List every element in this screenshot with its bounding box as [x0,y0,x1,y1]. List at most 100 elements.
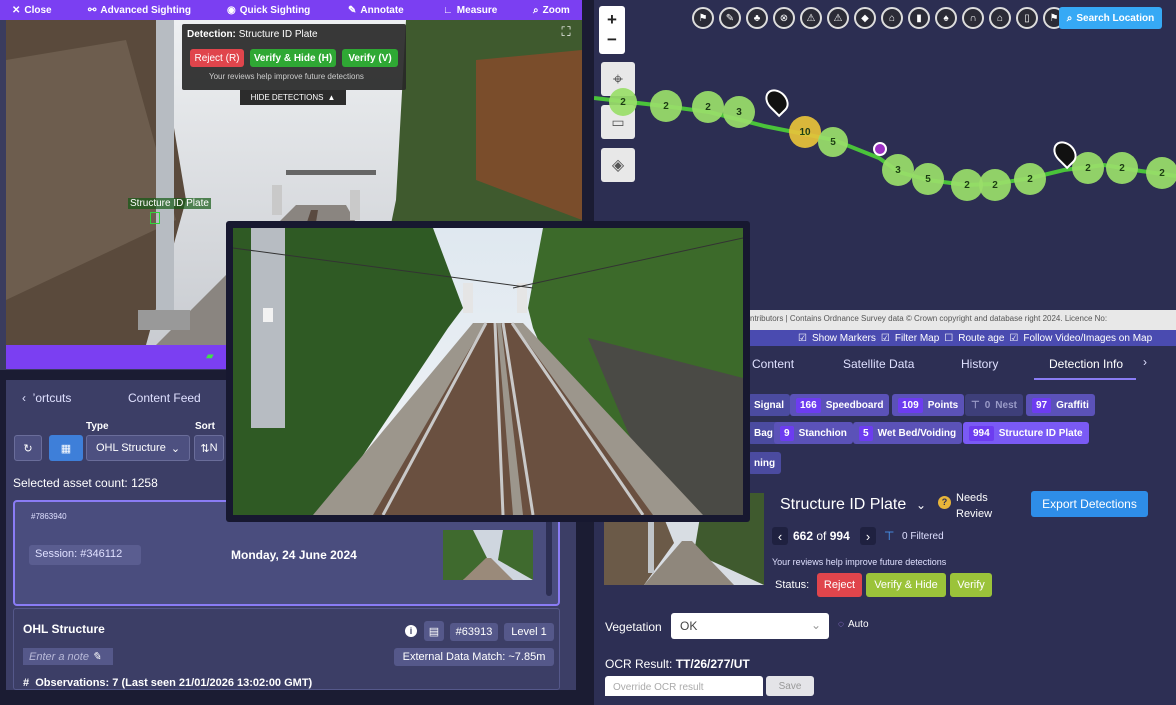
content-feed-tab[interactable]: Content Feed [128,391,201,405]
refresh-button[interactable]: ↻ [14,435,42,461]
route-node[interactable]: 2 [650,90,682,122]
quick-sighting-button[interactable]: ◉ Quick Sighting [227,5,310,16]
warning-icon[interactable]: ⚠ [800,7,822,29]
detection-title: Detection: Structure ID Plate [187,29,318,40]
ruler-icon: ▭ [611,113,625,130]
asset-id-badge: #63913 [450,623,498,641]
tab-detection-info[interactable]: Detection Info [1049,357,1123,371]
route-node[interactable]: 3 [882,154,914,186]
advanced-sighting-button[interactable]: ⚯ Advanced Sighting [88,5,191,16]
shortcuts-tab[interactable]: ‹ ’ortcuts [22,391,71,405]
save-button[interactable]: Save [766,676,814,696]
station-icon[interactable]: ⌂ [989,7,1011,29]
bridge-icon[interactable]: ⌂ [881,7,903,29]
verify-v-button[interactable]: Verify (V) [342,49,398,67]
chip-graffiti[interactable]: 97 Graffiti [1026,394,1095,416]
verify-hide-button[interactable]: Verify & Hide [866,573,946,597]
hover-preview[interactable] [226,221,750,522]
status-label: Status: [775,579,810,591]
tab-content[interactable]: Content [752,357,794,371]
calendar-button[interactable]: ▦ [49,435,83,461]
tree-icon[interactable]: ♣ [746,7,768,29]
chip-signal[interactable]: Signal [748,394,791,416]
zoom-controls: + − [599,6,625,54]
next-button[interactable]: › [860,527,876,545]
route-age-checkbox[interactable]: ☐ [944,333,953,344]
route-node[interactable]: 5 [912,163,944,195]
type-select[interactable]: OHL Structure ⌄ [86,435,190,461]
close-icon: ✕ [12,4,21,16]
verify-hide-h-button[interactable]: Verify & Hide (H) [250,49,336,67]
chevron-down-icon[interactable]: ⌄ [916,498,926,512]
route-node[interactable]: 3 [723,96,755,128]
reject-button[interactable]: Reject [817,573,862,597]
zoom-in-button[interactable]: + [607,10,617,30]
fullscreen-icon[interactable]: ⛶ [555,24,577,42]
hide-detections-button[interactable]: HIDE DETECTIONS ▲ [240,90,346,105]
observations: # Observations: 7 (Last seen 21/01/2026 … [23,677,313,689]
chip-ning[interactable]: ning [748,452,782,474]
tab-satellite-data[interactable]: Satellite Data [843,357,914,371]
refresh-icon: ↻ [23,442,33,455]
card-date: Monday, 24 June 2024 [231,548,357,562]
zoom-button[interactable]: ⌕ Zoom [533,5,570,16]
filtered-count: 0 Filtered [902,531,944,542]
vegetation-select[interactable]: OK ⌄ [671,613,829,639]
vegetation-icon[interactable]: ♠ [935,7,957,29]
chevron-right-icon: › [865,528,871,544]
annotate-button[interactable]: ✎ Annotate [348,5,404,16]
detection-label: Structure ID Plate [128,198,211,209]
chip-speedboard[interactable]: 166 Speedboard [790,394,890,416]
filter-flag-icon[interactable]: ⚑ [692,7,714,29]
override-ocr-input[interactable]: Override OCR result [605,676,763,696]
speed-icon[interactable]: ⊗ [773,7,795,29]
filter-map-checkbox[interactable]: ☑ [881,333,890,344]
detection-type-title: Structure ID Plate [780,496,907,513]
note-input[interactable]: Enter a note ✎ [23,648,113,665]
filter-icon[interactable]: ⊤ [884,529,894,543]
plate-icon[interactable]: ▯ [1016,7,1038,29]
tunnel-icon[interactable]: ∩ [962,7,984,29]
sort-select[interactable]: ⇅ N [194,435,224,461]
chip-nest[interactable]: ⊤ 0 Nest [965,394,1023,416]
signal-icon[interactable]: ▮ [908,7,930,29]
clipboard-button[interactable]: ▤ [424,621,444,641]
map-attribution: ntributors | Contains Ordnance Survey da… [748,310,1176,330]
route-node[interactable]: 2 [1014,163,1046,195]
route-node[interactable]: 5 [818,127,848,157]
auto-toggle[interactable]: ◌ Auto [838,619,869,630]
reject-r-button[interactable]: Reject (R) [190,49,244,67]
route-node[interactable]: 2 [979,169,1011,201]
hazard-icon[interactable]: ⚠ [827,7,849,29]
detection-box[interactable] [150,212,160,224]
card-id: #7863940 [31,512,67,521]
verify-button[interactable]: Verify [950,573,992,597]
route-node[interactable]: 2 [692,91,724,123]
close-button[interactable]: ✕ Close [12,5,52,16]
external-data-match: External Data Match: ~7.85m [394,648,554,666]
chevron-right-icon[interactable]: › [1143,355,1147,369]
show-markers-checkbox[interactable]: ☑ [798,333,807,344]
binoculars-icon: ⚯ [88,4,97,16]
route-node[interactable]: 2 [1106,152,1138,184]
route-node[interactable]: 2 [609,88,637,116]
chip-structure-id-plate[interactable]: 994 Structure ID Plate [963,422,1089,444]
route-node[interactable]: 2 [1146,157,1176,189]
layers-button[interactable]: ◈ [601,148,635,182]
chip-wet-bed[interactable]: 5 Wet Bed/Voiding [853,422,963,444]
follow-checkbox[interactable]: ☑ [1009,333,1018,344]
chip-stanchion[interactable]: 9 Stanchion [774,422,853,444]
tab-history[interactable]: History [961,357,998,371]
chip-points[interactable]: 109 Points [892,394,965,416]
wrench-icon[interactable]: ✎ [719,7,741,29]
active-tab-indicator [1034,378,1136,380]
points-icon[interactable]: ◆ [854,7,876,29]
card-thumbnail[interactable] [443,530,533,580]
prev-button[interactable]: ‹ [772,527,788,545]
search-location-button[interactable]: ⌕ Search Location [1059,7,1162,29]
route-node-highlight[interactable]: 10 [789,116,821,148]
info-icon[interactable]: i [405,625,417,637]
export-detections-button[interactable]: Export Detections [1031,491,1148,517]
zoom-out-button[interactable]: − [607,30,617,50]
measure-button[interactable]: ∟ Measure [443,5,497,16]
